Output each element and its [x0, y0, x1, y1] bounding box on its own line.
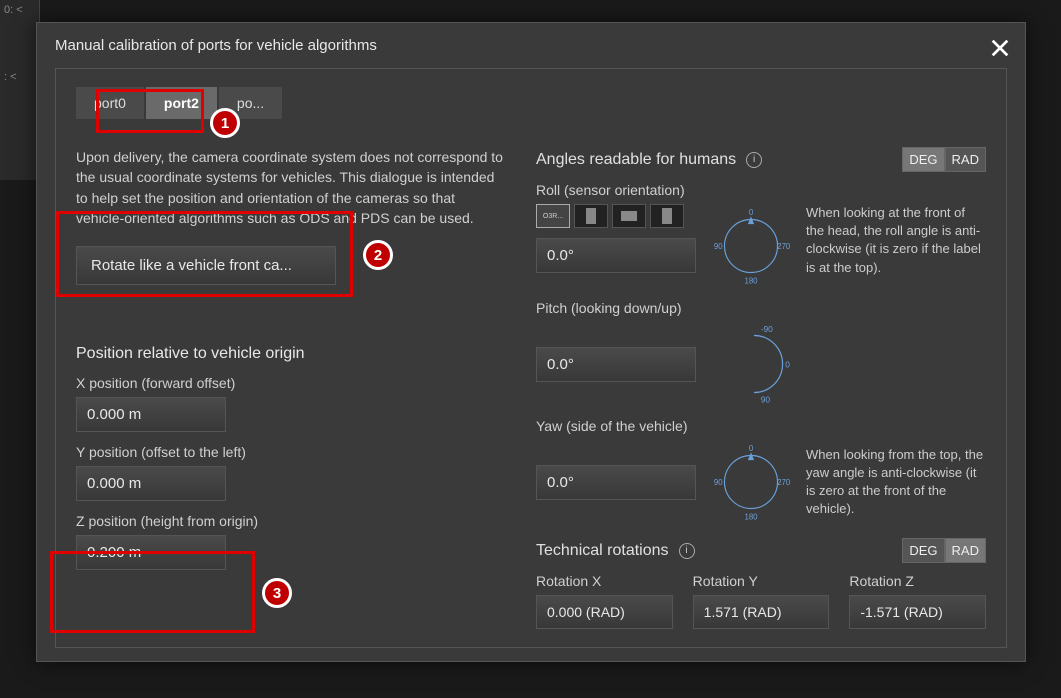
info-icon[interactable]: i: [679, 543, 695, 559]
roll-help-text: When looking at the front of the head, t…: [806, 204, 986, 277]
x-position-input[interactable]: [76, 397, 226, 432]
svg-text:90: 90: [761, 395, 771, 405]
unit-rad-button[interactable]: RAD: [945, 147, 986, 172]
port-tabs: port0 port2 po...: [76, 87, 986, 119]
tab-port2[interactable]: port2: [146, 87, 217, 119]
close-icon[interactable]: [989, 37, 1011, 59]
yaw-label: Yaw (side of the vehicle): [536, 418, 986, 434]
yaw-dial-icon: 0 90 270 180: [712, 440, 790, 524]
svg-text:-90: -90: [761, 324, 773, 334]
x-position-label: X position (forward offset): [76, 375, 506, 391]
pitch-label: Pitch (looking down/up): [536, 300, 986, 316]
pitch-dial-icon: -90 0 90: [712, 322, 796, 406]
orient-option-0[interactable]: O3R...: [536, 204, 570, 228]
roll-dial-icon: 0 90 270 180: [712, 204, 790, 288]
svg-text:0: 0: [749, 444, 754, 453]
bg-label: : <: [4, 71, 35, 83]
rotate-like-front-camera-button[interactable]: Rotate like a vehicle front ca...: [76, 246, 336, 285]
y-position-label: Y position (offset to the left): [76, 444, 506, 460]
svg-text:0: 0: [785, 359, 790, 369]
orient-option-1[interactable]: [574, 204, 608, 228]
svg-text:90: 90: [714, 242, 723, 251]
rotation-y-value[interactable]: 1.571 (RAD): [693, 595, 830, 629]
tech-unit-rad-button[interactable]: RAD: [945, 538, 986, 563]
y-position-input[interactable]: [76, 466, 226, 501]
svg-text:90: 90: [714, 478, 723, 487]
z-position-label: Z position (height from origin): [76, 513, 506, 529]
rotation-y-label: Rotation Y: [693, 573, 830, 589]
svg-text:270: 270: [777, 478, 790, 487]
unit-deg-button[interactable]: DEG: [902, 147, 944, 172]
roll-input[interactable]: [536, 238, 696, 273]
modal-title: Manual calibration of ports for vehicle …: [55, 37, 377, 54]
svg-text:180: 180: [744, 512, 758, 521]
tech-rotations-title: Technical rotations: [536, 542, 669, 560]
yaw-help-text: When looking from the top, the yaw angle…: [806, 446, 986, 519]
yaw-input[interactable]: [536, 465, 696, 500]
orient-option-3[interactable]: [650, 204, 684, 228]
svg-text:270: 270: [777, 242, 790, 251]
info-icon[interactable]: i: [746, 152, 762, 168]
orient-option-2[interactable]: [612, 204, 646, 228]
tech-unit-deg-button[interactable]: DEG: [902, 538, 944, 563]
intro-text: Upon delivery, the camera coordinate sys…: [76, 147, 506, 228]
position-section-title: Position relative to vehicle origin: [76, 345, 506, 363]
rotation-z-value[interactable]: -1.571 (RAD): [849, 595, 986, 629]
calibration-modal: Manual calibration of ports for vehicle …: [36, 22, 1026, 662]
angles-section-title: Angles readable for humans: [536, 151, 736, 169]
svg-text:0: 0: [749, 208, 754, 217]
svg-text:180: 180: [744, 276, 758, 285]
bg-label: 0: <: [4, 4, 35, 16]
rotation-x-value[interactable]: 0.000 (RAD): [536, 595, 673, 629]
orientation-selector: O3R...: [536, 204, 696, 228]
roll-label: Roll (sensor orientation): [536, 182, 986, 198]
z-position-input[interactable]: [76, 535, 226, 570]
rotation-x-label: Rotation X: [536, 573, 673, 589]
tab-port-other[interactable]: po...: [219, 87, 282, 119]
rotation-z-label: Rotation Z: [849, 573, 986, 589]
tab-port0[interactable]: port0: [76, 87, 144, 119]
pitch-input[interactable]: [536, 347, 696, 382]
